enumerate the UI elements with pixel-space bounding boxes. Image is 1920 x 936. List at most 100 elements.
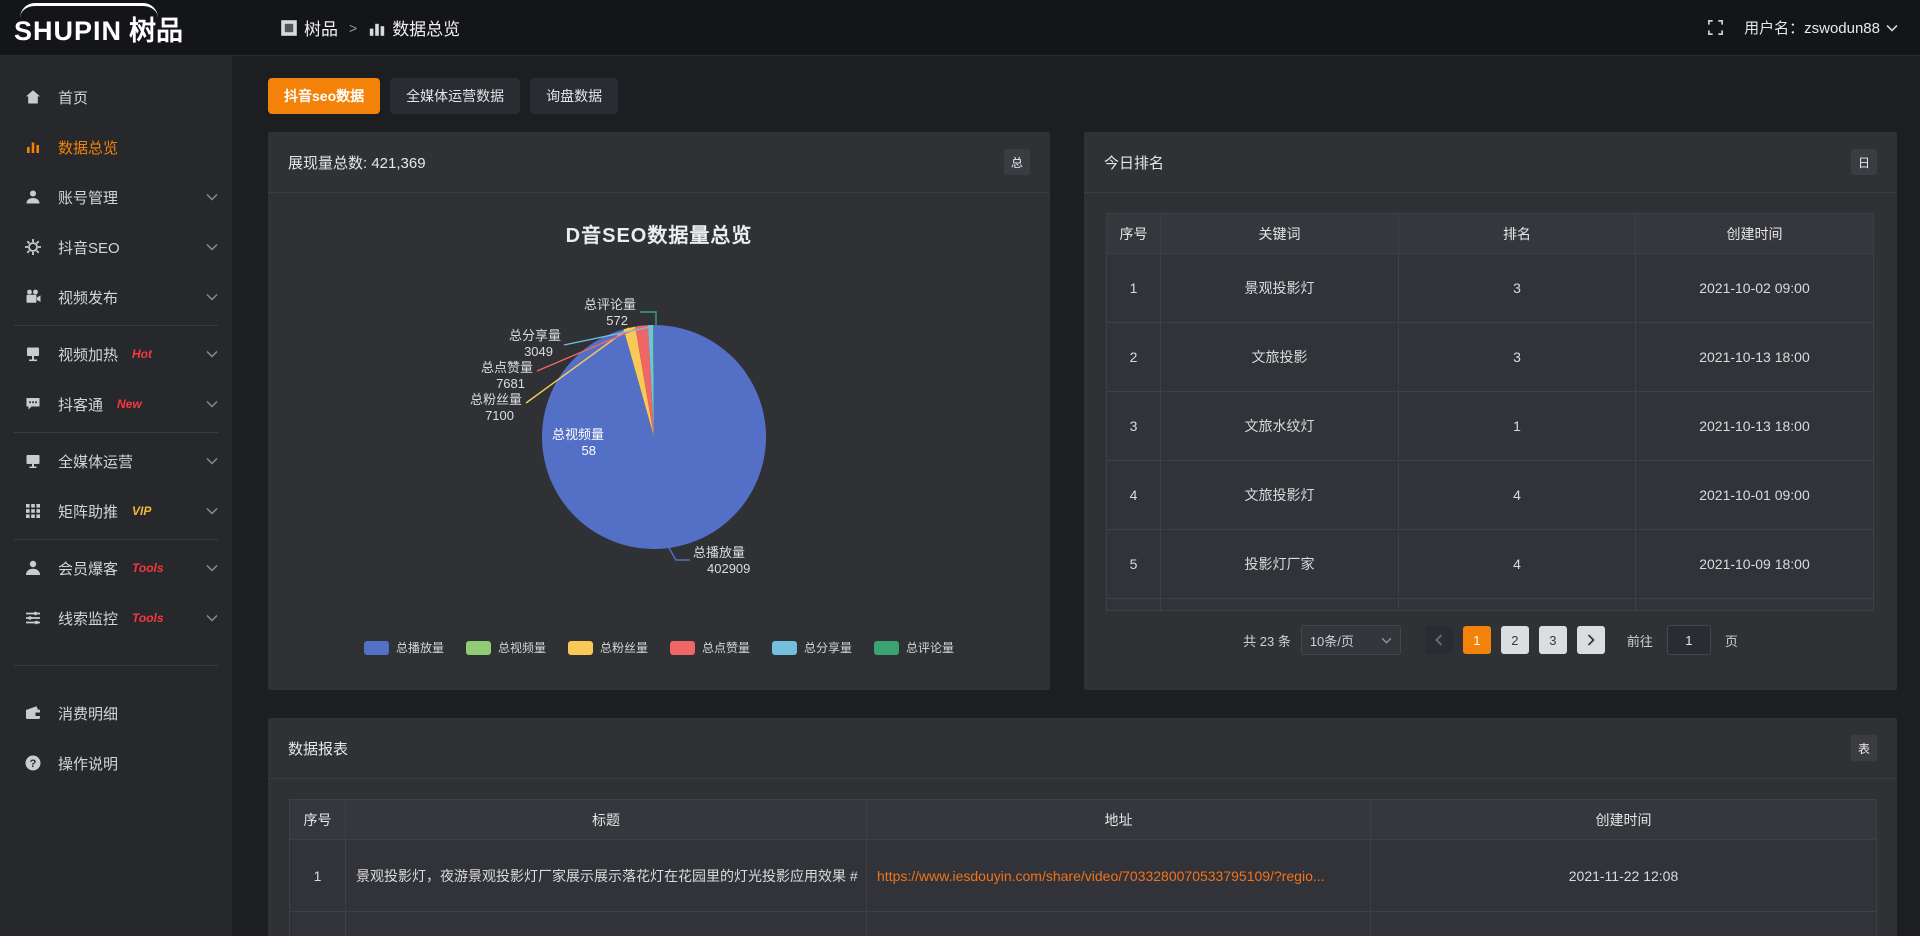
tab-douyin-seo-data[interactable]: 抖音seo数据 <box>268 78 380 114</box>
sidebar-item-member-burst[interactable]: 会员爆客 Tools <box>0 543 232 593</box>
chart-legend: 总播放量 总视频量 总粉丝量 总点赞量 总分享量 总评论量 <box>268 639 1050 656</box>
legend-item[interactable]: 总评论量 <box>874 639 954 656</box>
username-label: 用户名：zswodun88 <box>1744 17 1880 38</box>
report-table: 序号 标题 地址 创建时间 1 景观投影灯，夜游景观投影灯厂家展示展示落花灯在花… <box>289 799 1877 936</box>
breadcrumb-current[interactable]: 数据总览 <box>368 15 460 40</box>
legend-item[interactable]: 总视频量 <box>466 639 546 656</box>
col-keyword: 关键词 <box>1161 214 1399 254</box>
video-camera-icon <box>24 288 42 306</box>
sidebar-divider <box>14 539 218 540</box>
page-button-3[interactable]: 3 <box>1539 626 1567 654</box>
sidebar-item-video-publish[interactable]: 视频发布 <box>0 272 232 322</box>
sidebar-item-expense-detail[interactable]: 消费明细 <box>0 688 232 738</box>
chat-icon <box>24 395 42 413</box>
prev-page-button[interactable] <box>1425 626 1453 654</box>
tab-media-operation-data[interactable]: 全媒体运营数据 <box>390 78 520 114</box>
overview-total-label: 展现量总数: 421,369 <box>288 152 426 173</box>
fullscreen-icon[interactable] <box>1707 19 1724 36</box>
legend-item[interactable]: 总播放量 <box>364 639 444 656</box>
table-badge-button[interactable]: 表 <box>1851 735 1877 761</box>
topbar: SHUPIN 树品 树品 > 数据总览 用户名：zswodun88 <box>0 0 1920 56</box>
goto-unit: 页 <box>1725 631 1738 650</box>
sidebar-divider <box>14 665 218 666</box>
chart-title: D音SEO数据量总览 <box>268 219 1050 248</box>
legend-label: 总播放量 <box>396 639 444 656</box>
gear-icon <box>24 238 42 256</box>
chevron-down-icon <box>1381 637 1392 644</box>
next-page-button[interactable] <box>1577 626 1605 654</box>
app-square-icon <box>280 19 298 37</box>
pie-label-line <box>640 312 656 325</box>
sidebar-item-lead-monitor[interactable]: 线索监控 Tools <box>0 593 232 643</box>
wallet-icon <box>24 704 42 722</box>
table-row-clipped <box>1107 599 1874 611</box>
page-button-2[interactable]: 2 <box>1501 626 1529 654</box>
legend-item[interactable]: 总点赞量 <box>670 639 750 656</box>
data-report-panel: 数据报表 表 序号 标题 地址 创建时间 1 景观投影灯，夜游景观投影灯厂家展示… <box>268 718 1897 936</box>
table-row: 5投影灯厂家42021-10-09 18:00 <box>1107 530 1874 599</box>
breadcrumb-root[interactable]: 树品 <box>280 15 338 40</box>
sidebar-item-media-operation[interactable]: 全媒体运营 <box>0 436 232 486</box>
ranking-panel-title: 今日排名 <box>1104 152 1164 173</box>
user-menu[interactable]: 用户名：zswodun88 <box>1744 17 1898 38</box>
new-tag: New <box>117 397 142 411</box>
grid-icon <box>24 502 42 520</box>
video-url-link[interactable]: https://www.iesdouyin.com/share/video/70… <box>877 868 1325 884</box>
chevron-down-icon <box>206 243 218 251</box>
col-rank: 排名 <box>1399 214 1636 254</box>
table-row-clipped <box>290 912 1877 936</box>
sidebar-item-douyin-seo[interactable]: 抖音SEO <box>0 222 232 272</box>
col-url: 地址 <box>867 800 1371 840</box>
chevron-down-icon <box>206 457 218 465</box>
col-created: 创建时间 <box>1636 214 1874 254</box>
legend-swatch <box>466 641 491 655</box>
sidebar-item-data-overview[interactable]: 数据总览 <box>0 122 232 172</box>
pie-chart: 总播放量402909总视频量58总粉丝量7100总点赞量7681总分享量3049… <box>268 193 1050 690</box>
chevron-right-icon <box>1587 634 1595 646</box>
chevron-down-icon <box>1886 24 1898 32</box>
legend-label: 总分享量 <box>804 639 852 656</box>
col-created: 创建时间 <box>1371 800 1877 840</box>
pie-label: 总播放量402909 <box>693 545 750 576</box>
chevron-down-icon <box>206 507 218 515</box>
sidebar-item-matrix-boost[interactable]: 矩阵助推 VIP <box>0 486 232 536</box>
col-index: 序号 <box>1107 214 1161 254</box>
goto-page-input[interactable] <box>1667 625 1711 655</box>
chevron-down-icon <box>206 293 218 301</box>
pagination: 共 23 条 10条/页 1 2 3 <box>1106 625 1875 655</box>
svg-text:?: ? <box>30 758 37 770</box>
sidebar-item-douketong[interactable]: 抖客通 New <box>0 379 232 429</box>
legend-item[interactable]: 总分享量 <box>772 639 852 656</box>
sidebar-item-instructions[interactable]: ? 操作说明 <box>0 738 232 788</box>
home-icon <box>24 88 42 106</box>
logo-arc <box>20 3 158 18</box>
overview-panel: 展现量总数: 421,369 总 总播放量402909总视频量58总粉丝量710… <box>268 132 1050 690</box>
legend-label: 总粉丝量 <box>600 639 648 656</box>
legend-item[interactable]: 总粉丝量 <box>568 639 648 656</box>
breadcrumb-separator: > <box>349 20 357 36</box>
tools-tag: Tools <box>132 561 164 575</box>
data-tabs: 抖音seo数据 全媒体运营数据 询盘数据 <box>268 78 1897 114</box>
chevron-down-icon <box>206 350 218 358</box>
total-badge-button[interactable]: 总 <box>1004 149 1030 175</box>
report-panel-title: 数据报表 <box>288 738 348 759</box>
sidebar-item-video-heat[interactable]: 视频加热 Hot <box>0 329 232 379</box>
legend-swatch <box>874 641 899 655</box>
sidebar-item-account[interactable]: 账号管理 <box>0 172 232 222</box>
logo: SHUPIN 树品 <box>0 0 232 56</box>
legend-label: 总评论量 <box>906 639 954 656</box>
total-count: 共 23 条 <box>1243 631 1291 650</box>
sidebar-item-home[interactable]: 首页 <box>0 72 232 122</box>
day-badge-button[interactable]: 日 <box>1851 149 1877 175</box>
video-heat-icon <box>24 345 42 363</box>
legend-label: 总视频量 <box>498 639 546 656</box>
page-size-select[interactable]: 10条/页 <box>1301 625 1401 655</box>
legend-swatch <box>568 641 593 655</box>
chevron-down-icon <box>206 400 218 408</box>
page-button-1[interactable]: 1 <box>1463 626 1491 654</box>
sidebar-divider <box>14 432 218 433</box>
tab-inquiry-data[interactable]: 询盘数据 <box>530 78 618 114</box>
main-content: 抖音seo数据 全媒体运营数据 询盘数据 展现量总数: 421,369 总 总播… <box>232 56 1920 936</box>
chevron-down-icon <box>206 614 218 622</box>
goto-label: 前往 <box>1627 631 1653 650</box>
